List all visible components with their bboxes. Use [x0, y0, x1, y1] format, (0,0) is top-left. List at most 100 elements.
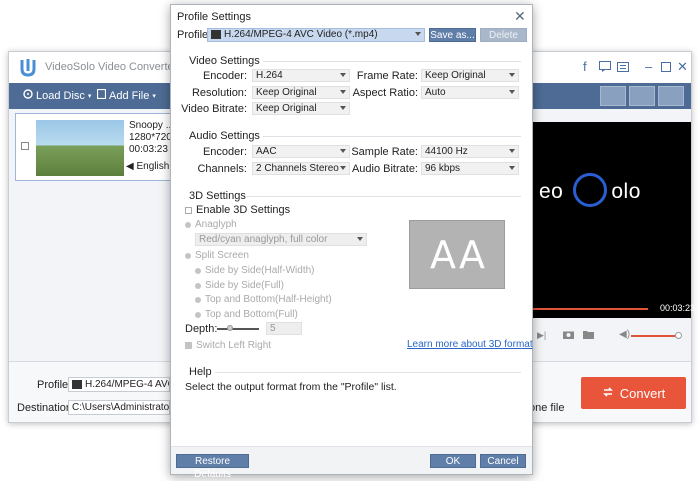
profile-select[interactable]: H.264/MPEG-4 AVC Vi: [68, 377, 170, 392]
next-icon[interactable]: ▶|: [537, 330, 546, 341]
camera-icon[interactable]: [563, 330, 574, 342]
toolbar-action-1[interactable]: [600, 86, 626, 106]
radio-icon: [185, 221, 191, 228]
video-format-icon: [72, 379, 82, 389]
folder-icon[interactable]: [583, 330, 594, 342]
radio-icon: [195, 267, 201, 274]
depth-stepper[interactable]: 5: [266, 322, 302, 335]
radio-icon: [185, 252, 191, 259]
playback-time: 00:03:23: [660, 303, 696, 313]
depth-slider[interactable]: [217, 328, 259, 330]
anaglyph-radio[interactable]: Anaglyph: [185, 219, 237, 230]
video-thumbnail: [36, 120, 124, 176]
channels-label: Channels:: [197, 163, 247, 175]
chevron-down-icon: ▾: [87, 92, 92, 100]
channels-select[interactable]: 2 Channels Stereo: [252, 162, 350, 175]
ok-button[interactable]: OK: [430, 454, 476, 468]
3d-preview-text: AA: [430, 233, 488, 277]
video-settings-heading: Video Settings: [189, 55, 260, 67]
destination-label: Destination:: [17, 402, 76, 414]
videosolo-logo-icon: [20, 59, 36, 77]
side-by-side-full-radio[interactable]: Side by Side(Full): [195, 280, 284, 291]
videosolo-watermark: eo olo: [539, 180, 641, 203]
video-encoder-label: Encoder:: [202, 70, 247, 82]
volume-knob[interactable]: [675, 332, 682, 339]
side-by-side-half-radio[interactable]: Side by Side(Half-Width): [195, 265, 314, 276]
split-screen-radio[interactable]: Split Screen: [185, 250, 249, 261]
video-bitrate-label: Video Bitrate:: [181, 103, 247, 115]
3d-preview: AA: [409, 220, 505, 289]
facebook-icon[interactable]: f: [583, 60, 587, 74]
resolution-label: Resolution:: [191, 87, 247, 99]
restore-defaults-button[interactable]: Restore Defaults: [176, 454, 249, 480]
depth-label: Depth:: [185, 323, 218, 335]
dialog-footer: Restore Defaults OK Cancel: [171, 446, 532, 480]
resolution-select[interactable]: Keep Original: [252, 86, 350, 99]
switch-left-right-checkbox[interactable]: Switch Left Right: [185, 340, 271, 351]
destination-field[interactable]: C:\Users\Administrator\D: [68, 400, 170, 415]
player-controls: ▶| ◀): [527, 322, 691, 354]
top-bottom-full-radio[interactable]: Top and Bottom(Full): [195, 309, 298, 320]
speaker-icon: ◀: [126, 161, 134, 172]
video-bitrate-select[interactable]: Keep Original: [252, 102, 350, 115]
enable-3d-checkbox[interactable]: Enable 3D Settings: [185, 204, 290, 216]
chat-icon[interactable]: [599, 61, 611, 75]
divider: [263, 136, 521, 137]
checkbox-icon: [185, 342, 192, 349]
help-heading: Help: [189, 366, 212, 378]
audio-settings-heading: Audio Settings: [189, 130, 260, 142]
checkbox-icon: [185, 206, 192, 214]
close-window-icon[interactable]: ✕: [677, 60, 688, 74]
merge-label: one file: [529, 402, 565, 414]
audio-encoder-select[interactable]: AAC: [252, 145, 350, 158]
profile-settings-dialog: Profile Settings ✕ Profile: H.264/MPEG-4…: [170, 4, 533, 480]
convert-label: Convert: [619, 385, 666, 401]
volume-slider[interactable]: [631, 335, 677, 337]
delete-button[interactable]: Delete: [480, 28, 527, 42]
convert-button[interactable]: Convert: [581, 377, 686, 409]
add-file-button[interactable]: Add File ▾: [96, 88, 156, 102]
video-encoder-select[interactable]: H.264: [252, 69, 350, 82]
dialog-close-icon[interactable]: ✕: [514, 8, 526, 25]
radio-icon: [195, 311, 201, 318]
add-file-label: Add File: [109, 89, 150, 102]
save-as-button[interactable]: Save as...: [429, 28, 476, 42]
sample-rate-select[interactable]: 44100 Hz: [421, 145, 519, 158]
chevron-down-icon: ▾: [152, 92, 156, 100]
toolbar-action-3[interactable]: [658, 86, 684, 106]
cancel-button[interactable]: Cancel: [480, 454, 526, 468]
file-icon: [96, 88, 107, 102]
volume-icon[interactable]: ◀): [619, 329, 630, 340]
profile-select[interactable]: H.264/MPEG-4 AVC Video (*.mp4): [207, 28, 425, 42]
depth-slider-knob[interactable]: [227, 325, 233, 331]
audio-bitrate-label: Audio Bitrate:: [351, 163, 418, 175]
maximize-icon[interactable]: [661, 61, 671, 75]
convert-icon: [602, 386, 614, 401]
minimize-icon[interactable]: –: [645, 60, 652, 74]
sample-rate-label: Sample Rate:: [351, 146, 418, 158]
radio-icon: [195, 282, 201, 289]
frame-rate-select[interactable]: Keep Original: [421, 69, 519, 82]
file-checkbox[interactable]: [21, 142, 29, 150]
learn-more-3d-link[interactable]: Learn more about 3D format: [407, 339, 533, 350]
aspect-ratio-select[interactable]: Auto: [421, 86, 519, 99]
top-bottom-half-radio[interactable]: Top and Bottom(Half-Height): [195, 294, 332, 305]
radio-icon: [195, 296, 201, 303]
anaglyph-select[interactable]: Red/cyan anaglyph, full color: [195, 233, 367, 246]
dialog-title: Profile Settings: [177, 11, 251, 23]
profile-label: Profile:: [37, 379, 72, 391]
menu-icon[interactable]: [617, 61, 629, 75]
audio-encoder-label: Encoder:: [202, 146, 247, 158]
toolbar-action-2[interactable]: [629, 86, 655, 106]
load-disc-button[interactable]: Load Disc ▾: [23, 89, 91, 102]
load-disc-label: Load Disc: [36, 89, 85, 102]
file-duration: 00:03:23: [129, 144, 168, 155]
playback-progress[interactable]: [527, 308, 648, 310]
divider: [263, 61, 521, 62]
stage: VideoSolo Video Converter Ultim f – ✕ Lo…: [0, 0, 700, 481]
3d-settings-heading: 3D Settings: [189, 190, 246, 202]
video-format-icon: [211, 29, 221, 39]
file-list-item[interactable]: Snoopy ...p 1280*720 00:03:23 ◀ English …: [15, 113, 180, 181]
divider: [247, 196, 521, 197]
audio-bitrate-select[interactable]: 96 kbps: [421, 162, 519, 175]
